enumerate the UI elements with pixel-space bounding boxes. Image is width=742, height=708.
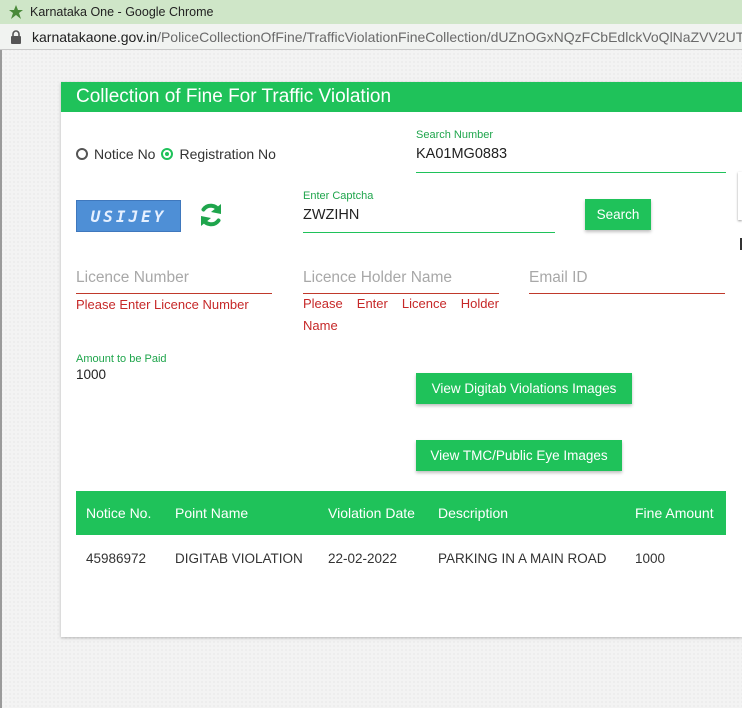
table-header-row: Notice No. Point Name Violation Date Des… xyxy=(76,491,726,535)
window-titlebar: Karnataka One - Google Chrome xyxy=(0,0,742,24)
licence-number-error: Please Enter Licence Number xyxy=(76,297,249,312)
table-cell: 1000 xyxy=(635,550,666,566)
lock-icon xyxy=(11,29,21,44)
search-type-radio-group: Notice No Registration No xyxy=(76,146,282,162)
search-number-input[interactable]: KA01MG0883 xyxy=(416,146,726,173)
column-header: Point Name xyxy=(165,491,318,535)
column-header: Notice No. xyxy=(76,491,165,535)
amount-value: 1000 xyxy=(76,367,107,382)
table-cell: PARKING IN A MAIN ROAD xyxy=(438,550,607,566)
column-header: Fine Amount xyxy=(625,491,726,535)
view-digitab-images-button[interactable]: View Digitab Violations Images xyxy=(416,373,632,404)
url-host: karnatakaone.gov.in xyxy=(32,28,158,45)
window-title: Karnataka One - Google Chrome xyxy=(30,5,214,19)
table-cell: DIGITAB VIOLATION xyxy=(175,550,303,566)
licence-holder-name-error: Please Enter Licence Holder Name xyxy=(303,296,499,333)
captcha-label: Enter Captcha xyxy=(303,190,374,202)
email-id-input[interactable]: Email ID xyxy=(529,269,725,294)
captcha-input[interactable]: ZWZIHN xyxy=(303,207,555,233)
refresh-icon[interactable] xyxy=(197,201,225,229)
licence-number-input[interactable]: Licence Number xyxy=(76,269,272,294)
licence-holder-name-input[interactable]: Licence Holder Name xyxy=(303,269,499,294)
table-row: 45986972 DIGITAB VIOLATION 22-02-2022 PA… xyxy=(76,535,726,581)
url-path: /PoliceCollectionOfFine/TrafficViolation… xyxy=(157,28,742,45)
fine-collection-card: Collection of Fine For Traffic Violation… xyxy=(61,82,742,637)
search-button[interactable]: Search xyxy=(585,199,651,230)
captcha-image: USIJEY xyxy=(76,200,181,232)
registration-no-radio[interactable] xyxy=(161,148,174,160)
amount-label: Amount to be Paid xyxy=(76,353,167,365)
karnataka-one-icon xyxy=(9,5,23,19)
notice-no-radio[interactable] xyxy=(76,148,88,160)
search-number-label: Search Number xyxy=(416,129,494,141)
column-header: Description xyxy=(428,491,625,535)
notice-no-label[interactable]: Notice No xyxy=(94,146,155,162)
table-cell: 45986972 xyxy=(86,550,147,566)
view-tmc-images-button[interactable]: View TMC/Public Eye Images xyxy=(416,440,622,471)
violations-table: Notice No. Point Name Violation Date Des… xyxy=(76,491,726,581)
table-cell: 22-02-2022 xyxy=(328,550,398,566)
registration-no-label[interactable]: Registration No xyxy=(179,146,276,162)
address-bar[interactable]: karnatakaone.gov.in/PoliceCollectionOfFi… xyxy=(0,24,742,50)
page-left-edge xyxy=(0,50,2,708)
column-header: Violation Date xyxy=(318,491,428,535)
side-panel-edge xyxy=(738,172,742,220)
page-title: Collection of Fine For Traffic Violation xyxy=(61,82,742,112)
